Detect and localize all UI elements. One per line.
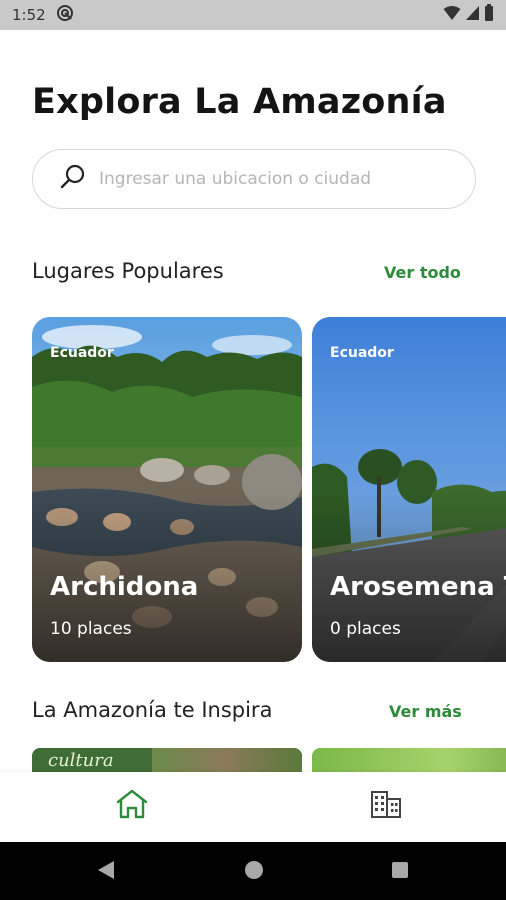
status-time: 1:52 <box>12 6 46 24</box>
status-bar: 1:52 <box>0 0 506 30</box>
place-count: 0 places <box>330 619 401 639</box>
recents-square-icon <box>390 860 410 884</box>
bottom-nav <box>0 772 506 842</box>
back-triangle-icon <box>96 859 116 885</box>
see-more-link[interactable]: Ver más <box>389 702 462 721</box>
inspire-carousel[interactable]: cultura <box>32 748 506 772</box>
main-content[interactable]: Explora La Amazonía Lugares Populares Ve… <box>0 30 506 772</box>
system-nav-bar <box>0 842 506 900</box>
search-bar[interactable] <box>32 149 476 209</box>
popular-section-title: Lugares Populares <box>32 259 224 283</box>
signal-icon <box>465 5 480 25</box>
place-card[interactable]: Ecuador Archidona 10 places <box>32 317 302 662</box>
inspire-thumb-text: cultura <box>48 750 114 771</box>
wifi-icon <box>443 5 461 25</box>
back-button[interactable] <box>92 858 120 886</box>
inspire-section-title: La Amazonía te Inspira <box>32 698 273 722</box>
home-circle-icon <box>243 859 265 885</box>
popular-places-carousel[interactable]: Ecuador Archidona 10 places Ecuador Aros… <box>32 317 506 662</box>
battery-icon <box>484 4 494 26</box>
inspire-thumb[interactable]: cultura <box>32 748 302 772</box>
buildings-icon <box>369 788 403 824</box>
notification-icon <box>56 4 74 26</box>
search-icon <box>59 163 87 195</box>
nav-buildings[interactable] <box>366 786 406 826</box>
page-title: Explora La Amazonía <box>32 82 447 122</box>
place-name: Arosemena Tola <box>330 572 506 602</box>
see-all-link[interactable]: Ver todo <box>384 263 461 282</box>
place-count: 10 places <box>50 619 132 639</box>
place-country: Ecuador <box>50 345 114 361</box>
inspire-thumb[interactable] <box>312 748 506 772</box>
home-icon <box>115 788 149 824</box>
search-input[interactable] <box>99 169 459 189</box>
home-button[interactable] <box>240 858 268 886</box>
place-card[interactable]: Ecuador Arosemena Tola 0 places <box>312 317 506 662</box>
recents-button[interactable] <box>386 858 414 886</box>
place-country: Ecuador <box>330 345 394 361</box>
nav-home[interactable] <box>112 786 152 826</box>
place-name: Archidona <box>50 572 199 602</box>
